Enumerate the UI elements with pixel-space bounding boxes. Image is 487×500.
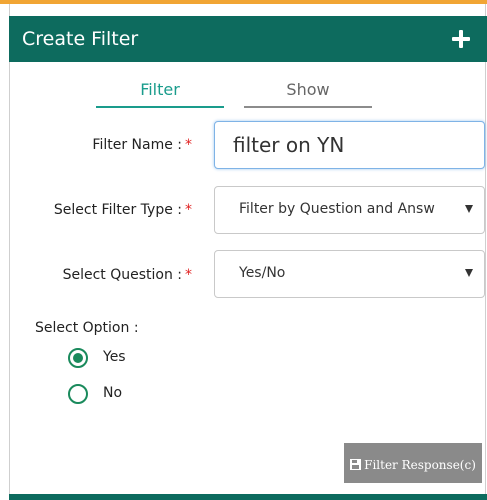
required-mark: * xyxy=(185,267,192,283)
question-value: Yes/No xyxy=(239,265,286,281)
filter-type-select[interactable]: Filter by Question and Answ xyxy=(214,186,485,234)
filter-name-label-text: Filter Name : xyxy=(92,137,182,153)
save-disk-icon xyxy=(350,459,362,470)
chevron-down-icon xyxy=(465,269,473,277)
chevron-down-icon xyxy=(465,205,473,213)
filter-type-label: Select Filter Type : * xyxy=(54,202,192,218)
question-select[interactable]: Yes/No xyxy=(214,250,485,298)
filter-type-value: Filter by Question and Answ xyxy=(239,201,435,217)
radio-yes-label[interactable]: Yes xyxy=(103,349,126,365)
question-label-text: Select Question : xyxy=(62,267,182,283)
required-mark: * xyxy=(185,202,192,218)
filter-type-label-text: Select Filter Type : xyxy=(53,202,182,218)
filter-name-input[interactable]: filter on YN xyxy=(214,121,485,169)
radio-no[interactable] xyxy=(68,384,88,404)
radio-no-label[interactable]: No xyxy=(103,385,122,401)
filter-response-button[interactable]: Filter Response(c) xyxy=(344,443,482,483)
filter-name-value: filter on YN xyxy=(233,133,345,157)
tab-show[interactable]: Show xyxy=(244,80,372,108)
question-label: Select Question : * xyxy=(63,267,192,283)
bottom-bar xyxy=(9,494,487,500)
radio-yes[interactable] xyxy=(68,348,88,368)
required-mark: * xyxy=(185,137,192,153)
panel-title: Create Filter xyxy=(22,28,139,50)
panel-header: Create Filter xyxy=(9,16,487,62)
select-option-label: Select Option : xyxy=(35,320,139,336)
filter-response-label: Filter Response(c) xyxy=(364,458,476,472)
add-plus-icon[interactable] xyxy=(451,29,471,49)
filter-name-label: Filter Name : * xyxy=(92,137,192,153)
tab-filter[interactable]: Filter xyxy=(96,80,224,108)
